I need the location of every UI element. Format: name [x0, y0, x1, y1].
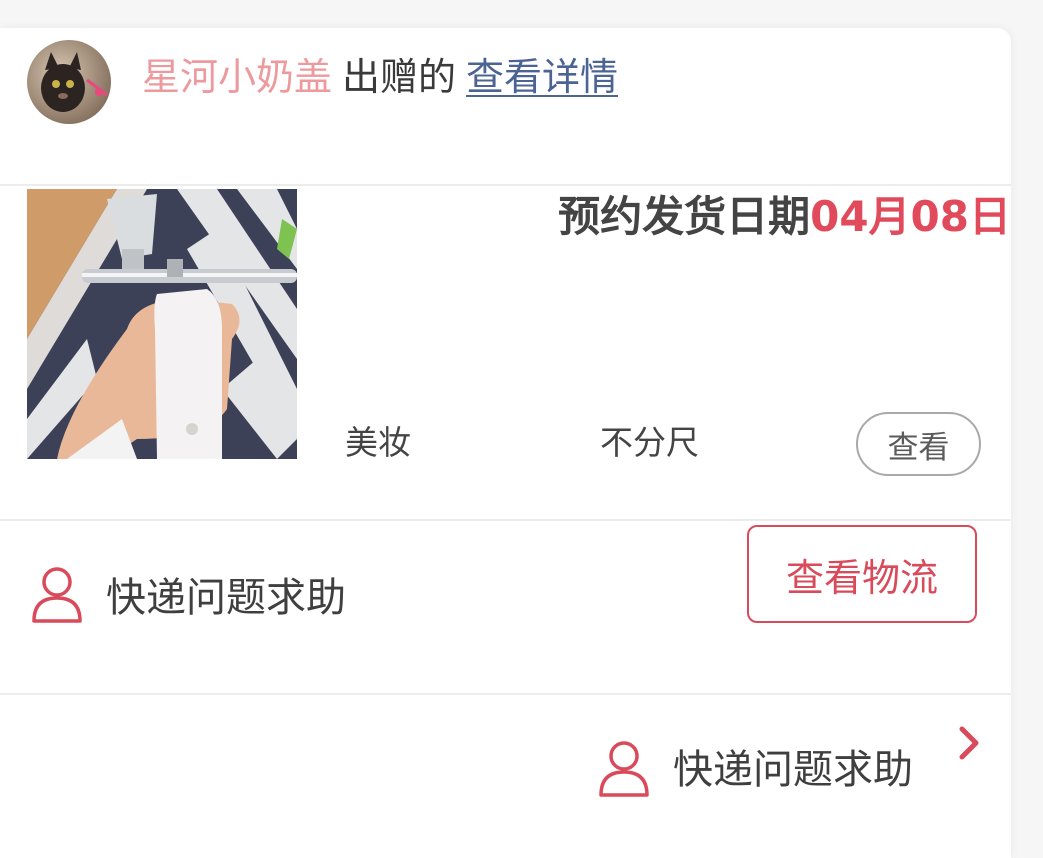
- person-outline-icon: [32, 567, 82, 623]
- product-size: 不分尺: [600, 423, 699, 462]
- view-logistics-button[interactable]: 查看物流: [747, 525, 977, 623]
- chevron-right-icon: [959, 726, 979, 760]
- product-category: 美妆: [345, 423, 411, 462]
- ship-date-value: 04月08日: [810, 192, 1011, 241]
- product-image[interactable]: [27, 189, 297, 459]
- giver-line: 星河小奶盖 出赠的 查看详情: [142, 52, 618, 102]
- person-outline-icon: [599, 741, 649, 797]
- divider: [0, 184, 1011, 186]
- express-help-label: 快递问题求助: [673, 747, 913, 793]
- scheduled-ship-date: 预约发货日期04月08日: [558, 190, 1011, 244]
- view-details-link[interactable]: 查看详情: [466, 55, 618, 99]
- giver-username[interactable]: 星河小奶盖: [142, 55, 332, 99]
- view-button[interactable]: 查看: [856, 412, 981, 476]
- divider: [0, 693, 1011, 695]
- given-text: 出赠的: [342, 55, 457, 99]
- divider: [0, 519, 1011, 521]
- ship-date-label: 预约发货日期: [558, 192, 811, 241]
- avatar[interactable]: [27, 40, 111, 124]
- express-help-label[interactable]: 快递问题求助: [106, 571, 346, 625]
